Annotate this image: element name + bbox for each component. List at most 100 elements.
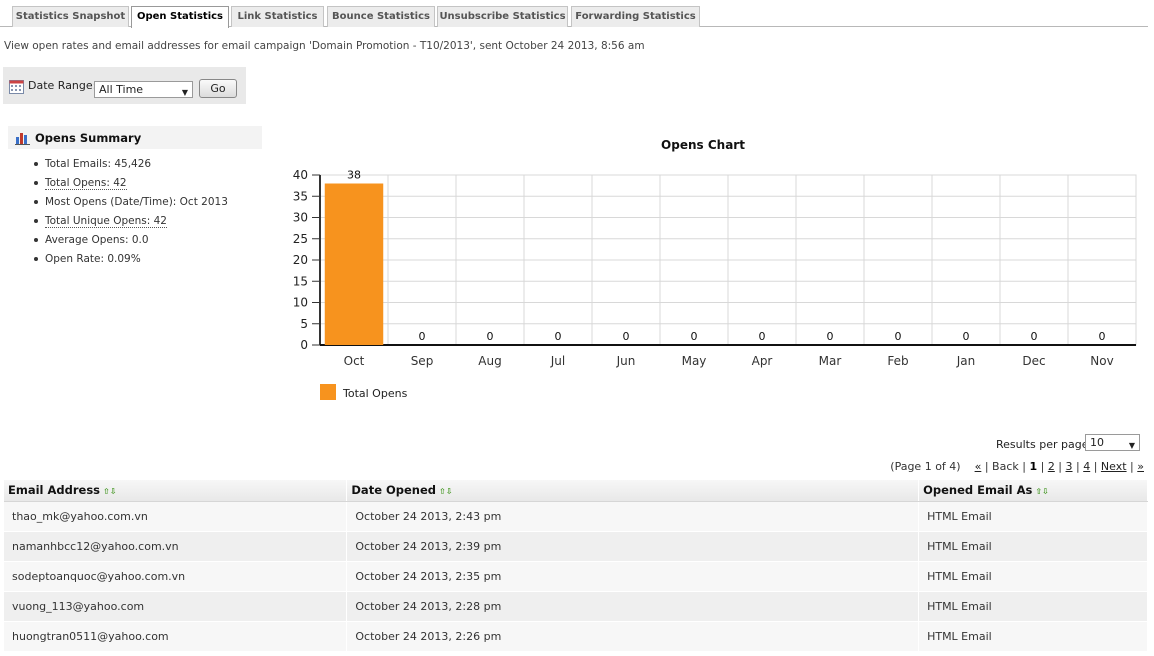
results-per-page-select[interactable]: 10 ▼ — [1085, 434, 1140, 451]
cell-email: sodeptoanquoc@yahoo.com.vn — [4, 561, 348, 592]
results-per-page-value: 10 — [1090, 436, 1104, 449]
opens-summary-header: Opens Summary — [8, 126, 262, 149]
summary-open-rate: Open Rate: 0.09% — [34, 251, 228, 270]
intro-text: View open rates and email addresses for … — [4, 40, 645, 52]
data-label-feb: 0 — [895, 330, 902, 343]
chevron-down-icon: ▼ — [1128, 441, 1135, 450]
data-label-sep: 0 — [419, 330, 426, 343]
x-tick-label: Mar — [819, 354, 842, 368]
y-tick-label: 30 — [293, 211, 308, 225]
x-tick-label: Jun — [616, 354, 636, 368]
x-tick-label: Jul — [550, 354, 565, 368]
x-tick-label: Sep — [411, 354, 434, 368]
x-tick-label: Jan — [956, 354, 976, 368]
first-page-link[interactable]: « — [975, 460, 982, 473]
summary-total-opens[interactable]: Total Opens: 42 — [34, 175, 228, 194]
opens-table: Email Address ⇧⇩ Date Opened ⇧⇩ Opened Ema… — [4, 480, 1148, 652]
tab-unsubscribe-statistics[interactable]: Unsubscribe Statistics — [437, 6, 568, 27]
data-label-dec: 0 — [1031, 330, 1038, 343]
x-tick-label: Aug — [478, 354, 501, 368]
cell-format: HTML Email — [918, 591, 1148, 622]
legend-swatch-total-opens — [320, 384, 336, 400]
summary-total-unique-opens[interactable]: Total Unique Opens: 42 — [34, 213, 228, 232]
table-row: sodeptoanquoc@yahoo.com.vn October 24 20… — [4, 561, 1148, 592]
date-range-label: Date Range: — [28, 79, 97, 92]
tab-open-statistics[interactable]: Open Statistics — [131, 6, 229, 28]
cell-date: October 24 2013, 2:28 pm — [346, 591, 920, 622]
x-tick-label: Oct — [344, 354, 365, 368]
cell-date: October 24 2013, 2:26 pm — [346, 621, 920, 652]
last-page-link[interactable]: » — [1137, 460, 1144, 473]
sort-arrows-icon[interactable]: ⇧⇩ — [1035, 487, 1048, 496]
opens-summary-title: Opens Summary — [35, 131, 142, 145]
table-row: vuong_113@yahoo.com October 24 2013, 2:2… — [4, 591, 1148, 622]
tab-bounce-statistics[interactable]: Bounce Statistics — [327, 6, 435, 27]
current-page: 1 — [1029, 460, 1038, 473]
table-row: thao_mk@yahoo.com.vn October 24 2013, 2:… — [4, 501, 1148, 532]
cell-format: HTML Email — [918, 531, 1148, 562]
y-tick-label: 5 — [300, 317, 308, 331]
data-label-mar: 0 — [827, 330, 834, 343]
table-header-row: Email Address ⇧⇩ Date Opened ⇧⇩ Opened Ema… — [4, 480, 1148, 502]
cell-email: huongtran0511@yahoo.com — [4, 621, 348, 652]
date-range-select[interactable]: All Time ▼ — [94, 81, 193, 98]
cell-format: HTML Email — [918, 561, 1148, 592]
cell-format: HTML Email — [918, 501, 1148, 532]
data-label-jan: 0 — [963, 330, 970, 343]
data-label-apr: 0 — [759, 330, 766, 343]
sort-arrows-icon[interactable]: ⇧⇩ — [103, 487, 116, 496]
col-email-address[interactable]: Email Address ⇧⇩ — [4, 480, 348, 502]
calendar-icon — [9, 80, 24, 94]
y-tick-label: 0 — [300, 338, 308, 352]
y-tick-label: 10 — [293, 296, 308, 310]
back-link: Back — [992, 460, 1019, 473]
tab-link-statistics[interactable]: Link Statistics — [231, 6, 324, 27]
cell-date: October 24 2013, 2:35 pm — [346, 561, 920, 592]
date-range-value: All Time — [99, 83, 144, 96]
opens-summary-list: Total Emails: 45,426 Total Opens: 42 Mos… — [34, 156, 228, 270]
x-tick-label: Nov — [1090, 354, 1113, 368]
y-tick-label: 40 — [293, 168, 308, 182]
sort-arrows-icon[interactable]: ⇧⇩ — [439, 487, 452, 496]
next-link[interactable]: Next — [1101, 460, 1127, 473]
page-link-3[interactable]: 3 — [1066, 460, 1073, 473]
page-link-4[interactable]: 4 — [1083, 460, 1090, 473]
cell-date: October 24 2013, 2:43 pm — [346, 501, 920, 532]
x-tick-label: Dec — [1022, 354, 1045, 368]
date-range-panel: Date Range: All Time ▼ Go — [3, 67, 246, 104]
col-date-opened[interactable]: Date Opened ⇧⇩ — [346, 480, 920, 502]
y-tick-label: 15 — [293, 274, 308, 288]
data-label-aug: 0 — [487, 330, 494, 343]
tab-forwarding-statistics[interactable]: Forwarding Statistics — [571, 6, 700, 27]
cell-date: October 24 2013, 2:39 pm — [346, 531, 920, 562]
x-tick-label: May — [682, 354, 707, 368]
chevron-down-icon: ▼ — [181, 88, 188, 97]
page-link-2[interactable]: 2 — [1048, 460, 1055, 473]
col-opened-email-as[interactable]: Opened Email As ⇧⇩ — [918, 480, 1148, 502]
table-row: huongtran0511@yahoo.com October 24 2013,… — [4, 621, 1148, 652]
y-tick-label: 25 — [293, 232, 308, 246]
x-tick-label: Apr — [752, 354, 773, 368]
data-label-nov: 0 — [1099, 330, 1106, 343]
cell-format: HTML Email — [918, 621, 1148, 652]
summary-average-opens: Average Opens: 0.0 — [34, 232, 228, 251]
results-per-page-label: Results per page: — [996, 438, 1093, 451]
y-tick-label: 20 — [293, 253, 308, 267]
tab-statistics-snapshot[interactable]: Statistics Snapshot — [12, 6, 129, 27]
summary-most-opens: Most Opens (Date/Time): Oct 2013 — [34, 194, 228, 213]
data-label-oct: 38 — [347, 169, 361, 182]
opens-chart: 0 5 10 15 20 25 30 35 40 38 Oct 0 Sep 0 Aug 0 Jul 0 Jun 0 Ma… — [293, 168, 1137, 368]
legend-label-total-opens: Total Opens — [343, 387, 408, 400]
cell-email: vuong_113@yahoo.com — [4, 591, 348, 622]
data-label-jul: 0 — [555, 330, 562, 343]
tab-bar: Statistics Snapshot Open Statistics Link… — [0, 6, 1148, 28]
data-label-jun: 0 — [623, 330, 630, 343]
data-label-may: 0 — [691, 330, 698, 343]
y-tick-label: 35 — [293, 189, 308, 203]
x-tick-label: Feb — [887, 354, 908, 368]
bar-oct — [324, 183, 384, 345]
chart-title: Opens Chart — [661, 138, 745, 152]
table-row: namanhbcc12@yahoo.com.vn October 24 2013… — [4, 531, 1148, 562]
cell-email: thao_mk@yahoo.com.vn — [4, 501, 348, 532]
go-button[interactable]: Go — [199, 79, 237, 98]
